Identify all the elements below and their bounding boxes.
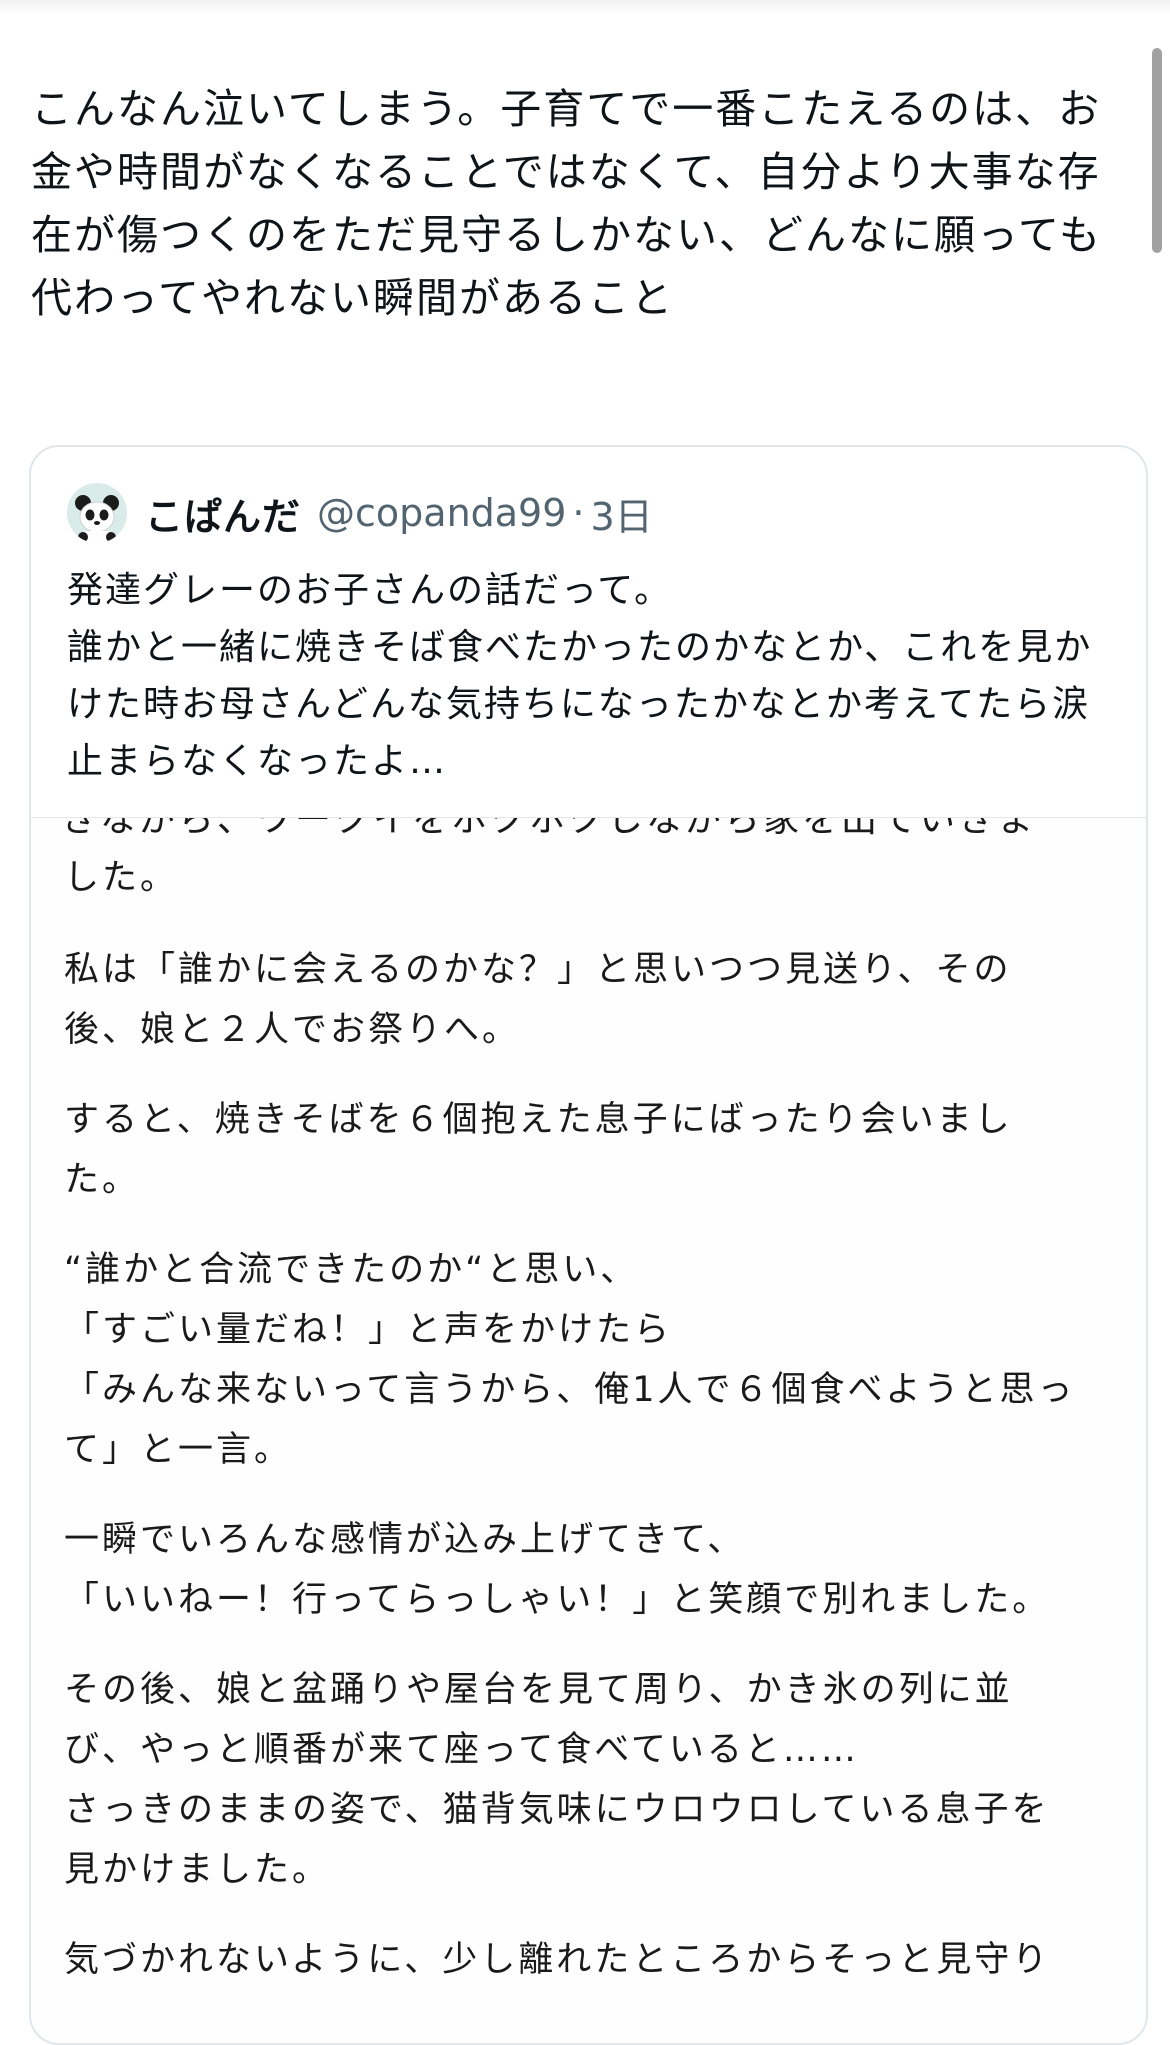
quoted-tweet-text: 発達グレーのお子さんの話だって。 誰かと一緒に焼きそば食べたかったのかなとか、こ… xyxy=(67,570,1093,782)
scrollbar-thumb[interactable] xyxy=(1152,48,1162,253)
image-paragraph: “誰かと合流できたのか“と思い、 「すごい量だね！」と声をかけたら 「みんな来な… xyxy=(64,1250,1076,1470)
image-paragraph: 私は「誰かに会えるのかな？」と思いつつ見送り、その 後、娘と２人でお祭りへ。 xyxy=(64,950,1012,1050)
top-bar-edge xyxy=(0,0,1170,14)
quoted-timestamp[interactable]: 3日 xyxy=(591,486,653,541)
image-paragraph: その後、娘と盆踊りや屋台を見て周り、かき氷の列に並 び、やっと順番が来て座って食… xyxy=(64,1670,1050,1890)
panda-avatar-icon[interactable] xyxy=(67,483,127,543)
quoted-display-name[interactable]: こぱんだ xyxy=(145,486,301,541)
separator-dot: · xyxy=(572,491,585,535)
quoted-tweet-header: こぱんだ @copanda99 · 3日 xyxy=(67,483,653,543)
image-paragraph: した。 xyxy=(64,858,179,898)
quoted-handle[interactable]: @copanda99 xyxy=(317,491,566,535)
image-paragraph: 一瞬でいろんな感情が込み上げてきて、 「いいねー！行ってらっしゃい！」と笑顔で別… xyxy=(64,1520,1051,1620)
attached-image[interactable]: きながら、ワークイをホクホクしながら家を出ていきま した。 私は「誰かに会えるの… xyxy=(31,817,1146,2043)
image-paragraph: 気づかれないように、少し離れたところからそっと見守り xyxy=(64,1940,1051,1980)
tweet-text: こんなん泣いてしまう。子育てで一番こたえるのは、お金や時間がなくなることではなく… xyxy=(31,85,1102,322)
quoted-tweet-card[interactable]: こぱんだ @copanda99 · 3日 発達グレーのお子さんの話だって。 誰か… xyxy=(29,445,1148,2045)
image-paragraph: すると、焼きそばを６個抱えた息子にばったり会いまし た。 xyxy=(64,1100,1013,1200)
image-cut-text-line: きながら、ワークイをホクホクしながら家を出ていきま xyxy=(61,817,1037,840)
